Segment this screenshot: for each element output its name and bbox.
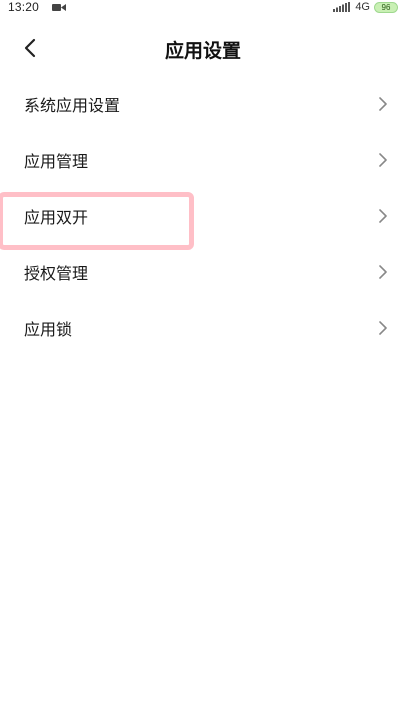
menu-item-dual-apps[interactable]: 应用双开 <box>0 188 406 250</box>
header: 应用设置 <box>0 28 406 68</box>
menu-item-label: 应用锁 <box>24 320 73 339</box>
signal-strength-icon <box>333 2 351 12</box>
chevron-right-icon <box>379 97 387 111</box>
status-indicators: 4G 96 <box>333 0 398 14</box>
status-bar: 13:20 4G 96 <box>0 0 406 16</box>
chevron-right-icon <box>379 209 387 223</box>
menu-item-label: 应用管理 <box>24 152 89 171</box>
menu-item-label: 授权管理 <box>24 264 89 283</box>
menu-item-label: 应用双开 <box>24 208 89 227</box>
chevron-right-icon <box>379 265 387 279</box>
menu-item-permissions[interactable]: 授权管理 <box>0 244 406 300</box>
chevron-right-icon <box>379 321 387 335</box>
menu-item-system-app-settings[interactable]: 系统应用设置 <box>0 76 406 132</box>
menu-item-app-lock[interactable]: 应用锁 <box>0 300 406 356</box>
menu-item-app-management[interactable]: 应用管理 <box>0 132 406 188</box>
page-title: 应用设置 <box>164 40 241 62</box>
status-time: 13:20 <box>8 0 40 14</box>
menu-item-label: 系统应用设置 <box>24 96 121 115</box>
video-camera-icon <box>52 4 66 11</box>
menu-list: 系统应用设置 应用管理 应用双开 授权管理 应用锁 <box>0 76 406 356</box>
chevron-right-icon <box>379 153 387 167</box>
network-type: 4G <box>355 1 370 13</box>
battery-level: 96 <box>381 2 391 12</box>
battery-icon: 96 <box>374 1 398 13</box>
